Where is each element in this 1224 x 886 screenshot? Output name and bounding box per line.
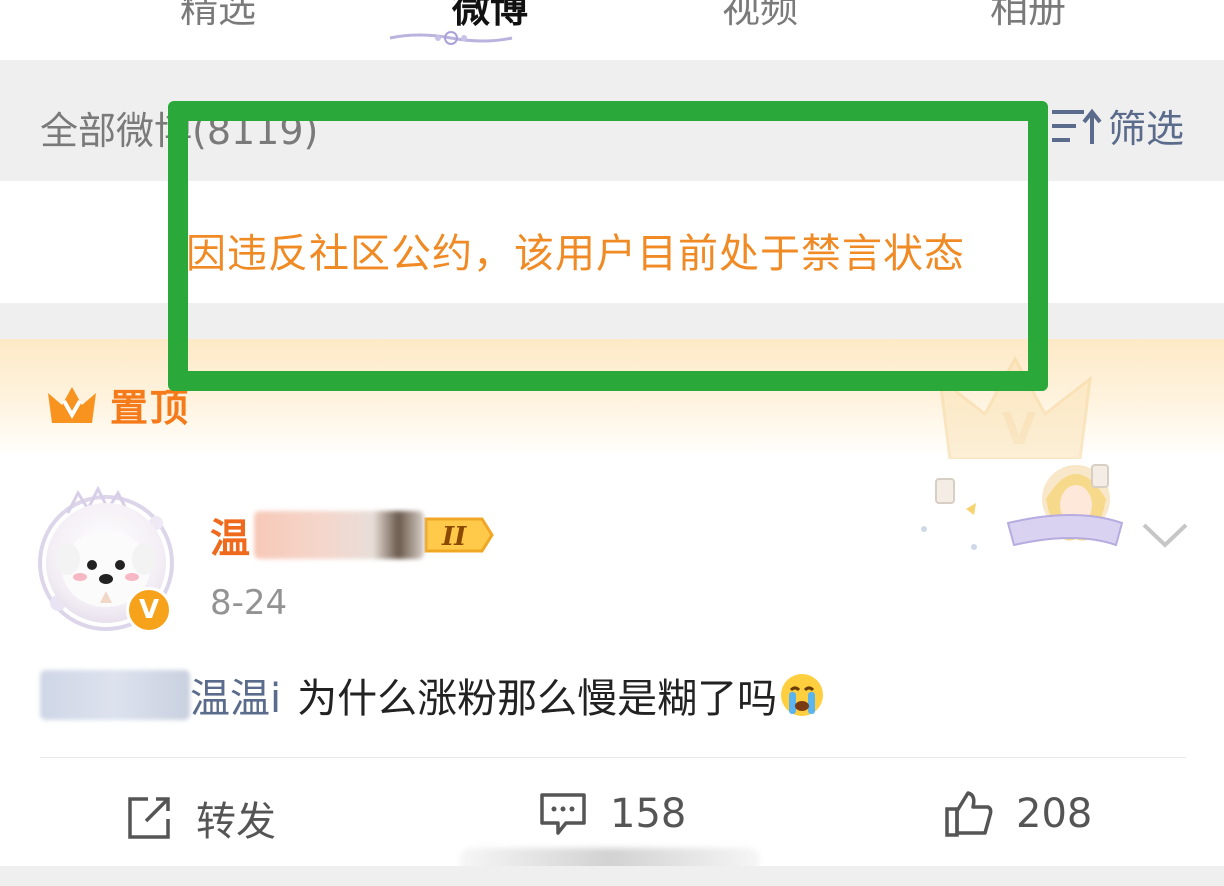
tab-weibo[interactable]: 微博 xyxy=(452,0,528,33)
comment-icon xyxy=(540,793,586,835)
mention-link[interactable]: 温温i xyxy=(190,666,281,724)
like-button[interactable]: 208 xyxy=(944,789,1092,839)
post-content: 温温i 为什么涨粉那么慢是糊了吗 xyxy=(40,665,825,725)
tab-video[interactable]: 视频 xyxy=(722,0,798,33)
verified-badge-icon: V xyxy=(126,587,172,633)
repost-label: 转发 xyxy=(196,799,276,845)
highlight-annotation-box xyxy=(168,101,1048,391)
username[interactable]: 温 xyxy=(210,506,250,564)
like-count: 208 xyxy=(1016,791,1093,837)
svg-text:V: V xyxy=(1002,404,1036,455)
filter-icon xyxy=(1051,108,1102,144)
card-decoration-icon xyxy=(921,464,1124,550)
filter-button[interactable]: 筛选 xyxy=(1050,98,1184,153)
post-card[interactable]: V 温 II 8-24 温温i 为什么涨粉那么慢是糊了吗 转发 158 208 xyxy=(0,459,1224,886)
action-divider xyxy=(40,757,1186,758)
tab-featured[interactable]: 精选 xyxy=(180,0,256,33)
post-date: 8-24 xyxy=(210,583,288,623)
bottom-strip xyxy=(0,866,1224,886)
crown-icon xyxy=(48,386,96,423)
crying-emoji-icon xyxy=(781,674,824,716)
profile-tabs: 精选 微博 视频 相册 xyxy=(0,0,1224,60)
repost-icon xyxy=(128,797,170,839)
username-row[interactable]: 温 II xyxy=(210,506,496,564)
post-actions: 转发 158 208 xyxy=(0,789,1224,849)
post-body-text: 为什么涨粉那么慢是糊了吗 xyxy=(297,676,778,722)
tab-album[interactable]: 相册 xyxy=(990,0,1066,33)
chevron-down-icon[interactable] xyxy=(1140,519,1190,549)
avatar[interactable]: V xyxy=(38,483,178,633)
tab-active-ornament-icon xyxy=(389,31,513,45)
filter-label: 筛选 xyxy=(1107,107,1184,151)
comment-button[interactable]: 158 xyxy=(538,789,686,839)
level-badge-icon: II xyxy=(424,517,494,553)
weibo-profile-page: 精选 微博 视频 相册 全部微博(8119) 筛选 因违反社区公约，该用户目前处… xyxy=(0,0,1224,886)
mention-redacted xyxy=(40,670,190,720)
thumbs-up-icon xyxy=(945,791,993,837)
repost-button[interactable]: 转发 xyxy=(124,789,276,847)
comment-count: 158 xyxy=(610,791,687,837)
username-redacted xyxy=(254,511,424,559)
level-badge-text: II xyxy=(441,522,467,552)
